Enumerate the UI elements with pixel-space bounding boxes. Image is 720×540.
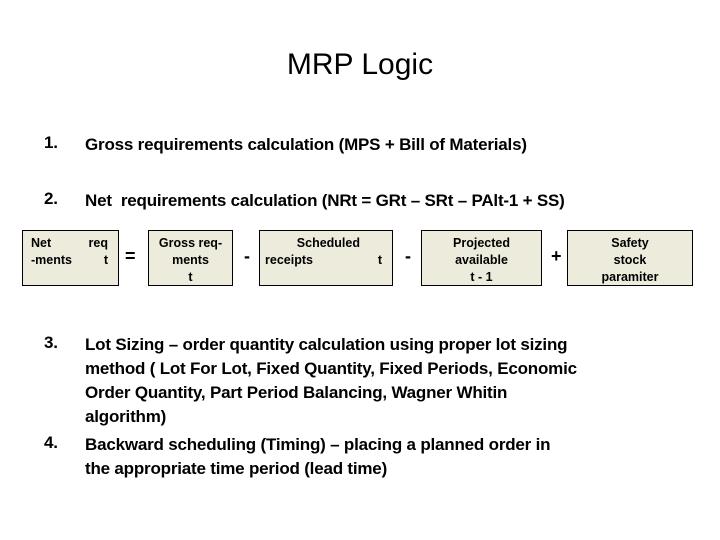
item-number: 4. <box>44 433 58 452</box>
equals-operator: = <box>125 246 136 266</box>
gross-requirements-box: Gross req- ments t <box>148 230 233 286</box>
slide-title: MRP Logic <box>286 48 434 81</box>
item-number: 2. <box>44 189 58 208</box>
box-text: ments <box>172 253 209 267</box>
box-text: paramiter <box>601 270 659 284</box>
box-text: t - 1 <box>470 270 493 284</box>
box-text: -ments <box>31 253 72 267</box>
plus-operator: + <box>551 246 562 266</box>
item-text-line: algorithm) <box>85 407 167 426</box>
box-text: t <box>377 253 382 267</box>
item-text-line: Lot Sizing – order quantity calculation … <box>85 335 568 354</box>
box-text: t <box>103 253 108 267</box>
scheduled-receipts-box: Scheduled receipts t <box>259 230 393 286</box>
box-text: receipts <box>265 253 313 267</box>
box-text: stock <box>613 253 647 267</box>
item-text-line: the appropriate time period (lead time) <box>85 459 388 478</box>
item-text-line: Order Quantity, Part Period Balancing, W… <box>85 383 508 402</box>
minus-operator: - <box>405 246 411 266</box>
item-number: 1. <box>44 133 58 152</box>
net-requirements-box: Net req -ments t <box>22 230 119 286</box>
box-text: t <box>188 270 193 284</box>
item-text: Gross requirements calculation (MPS + Bi… <box>85 135 527 154</box>
item-text: Net requirements calculation (NRt = GRt … <box>85 191 565 210</box>
item-text-line: Backward scheduling (Timing) – placing a… <box>85 435 551 454</box>
item-number: 3. <box>44 333 58 352</box>
box-text: Safety <box>611 236 649 250</box>
box-text: available <box>455 253 508 267</box>
box-text: Scheduled <box>296 236 360 250</box>
safety-stock-box: Safety stock paramiter <box>567 230 693 286</box>
box-text: Projected <box>453 236 510 250</box>
minus-operator: - <box>244 246 250 266</box>
item-text-line: method ( Lot For Lot, Fixed Quantity, Fi… <box>85 359 577 378</box>
box-text: Gross req- <box>158 236 223 250</box>
projected-available-box: Projected available t - 1 <box>421 230 542 286</box>
box-text: req <box>88 236 108 250</box>
box-text: Net <box>31 236 52 250</box>
